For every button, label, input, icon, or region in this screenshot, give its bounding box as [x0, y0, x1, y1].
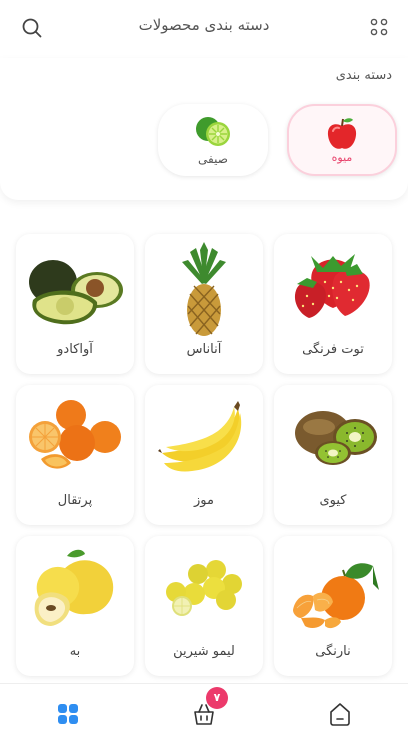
- grid-dots-icon[interactable]: [370, 18, 388, 36]
- page-title: دسته بندی محصولات: [138, 16, 270, 34]
- search-icon[interactable]: [21, 17, 43, 39]
- banana-image: [158, 401, 242, 472]
- home-icon[interactable]: [326, 700, 354, 728]
- product-name: پرتقال: [57, 493, 93, 508]
- bottom-navigation: [0, 683, 408, 742]
- product-name: کیوی: [319, 493, 347, 508]
- top-bar: دسته بندی محصولات: [0, 0, 408, 56]
- kiwi-image: [295, 411, 377, 465]
- category-vegetable[interactable]: صیفی: [158, 104, 268, 176]
- category-label: میوه: [331, 151, 353, 164]
- category-panel: دسته بندی میوه صیفی: [0, 58, 408, 200]
- product-card-pineapple[interactable]: آناناس: [145, 234, 263, 374]
- product-name: توت فرنگی: [302, 342, 364, 357]
- product-card-strawberry[interactable]: توت فرنگی: [274, 234, 392, 374]
- pineapple-image: [182, 242, 226, 336]
- product-name: لیمو شیرین: [173, 644, 235, 659]
- orange-image: [29, 400, 121, 469]
- grid-icon[interactable]: [54, 700, 82, 728]
- tangerine-image: [293, 563, 379, 629]
- product-card-orange[interactable]: پرتقال: [16, 385, 134, 525]
- product-name: موز: [194, 493, 214, 508]
- product-name: نارنگی: [315, 644, 351, 659]
- avocado-image: [29, 260, 123, 325]
- lime-icon: [196, 117, 230, 146]
- category-section-title: دسته بندی: [335, 68, 392, 83]
- quince-image: [34, 549, 114, 626]
- product-name: آناناس: [186, 342, 222, 357]
- category-label: صیفی: [198, 152, 228, 166]
- product-card-banana[interactable]: موز: [145, 385, 263, 525]
- product-card-quince[interactable]: به: [16, 536, 134, 676]
- apple-icon: [327, 118, 357, 149]
- product-name: آواکادو: [57, 342, 93, 357]
- category-fruit[interactable]: میوه: [287, 104, 397, 176]
- strawberry-image: [294, 254, 370, 318]
- product-card-sweet-lemon[interactable]: لیمو شیرین: [145, 536, 263, 676]
- product-card-tangerine[interactable]: نارنگی: [274, 536, 392, 676]
- product-name: به: [69, 644, 81, 659]
- cart-count-badge: ۷: [206, 687, 228, 709]
- sweet-lemon-image: [166, 560, 242, 616]
- product-card-avocado[interactable]: آواکادو: [16, 234, 134, 374]
- product-card-kiwi[interactable]: کیوی: [274, 385, 392, 525]
